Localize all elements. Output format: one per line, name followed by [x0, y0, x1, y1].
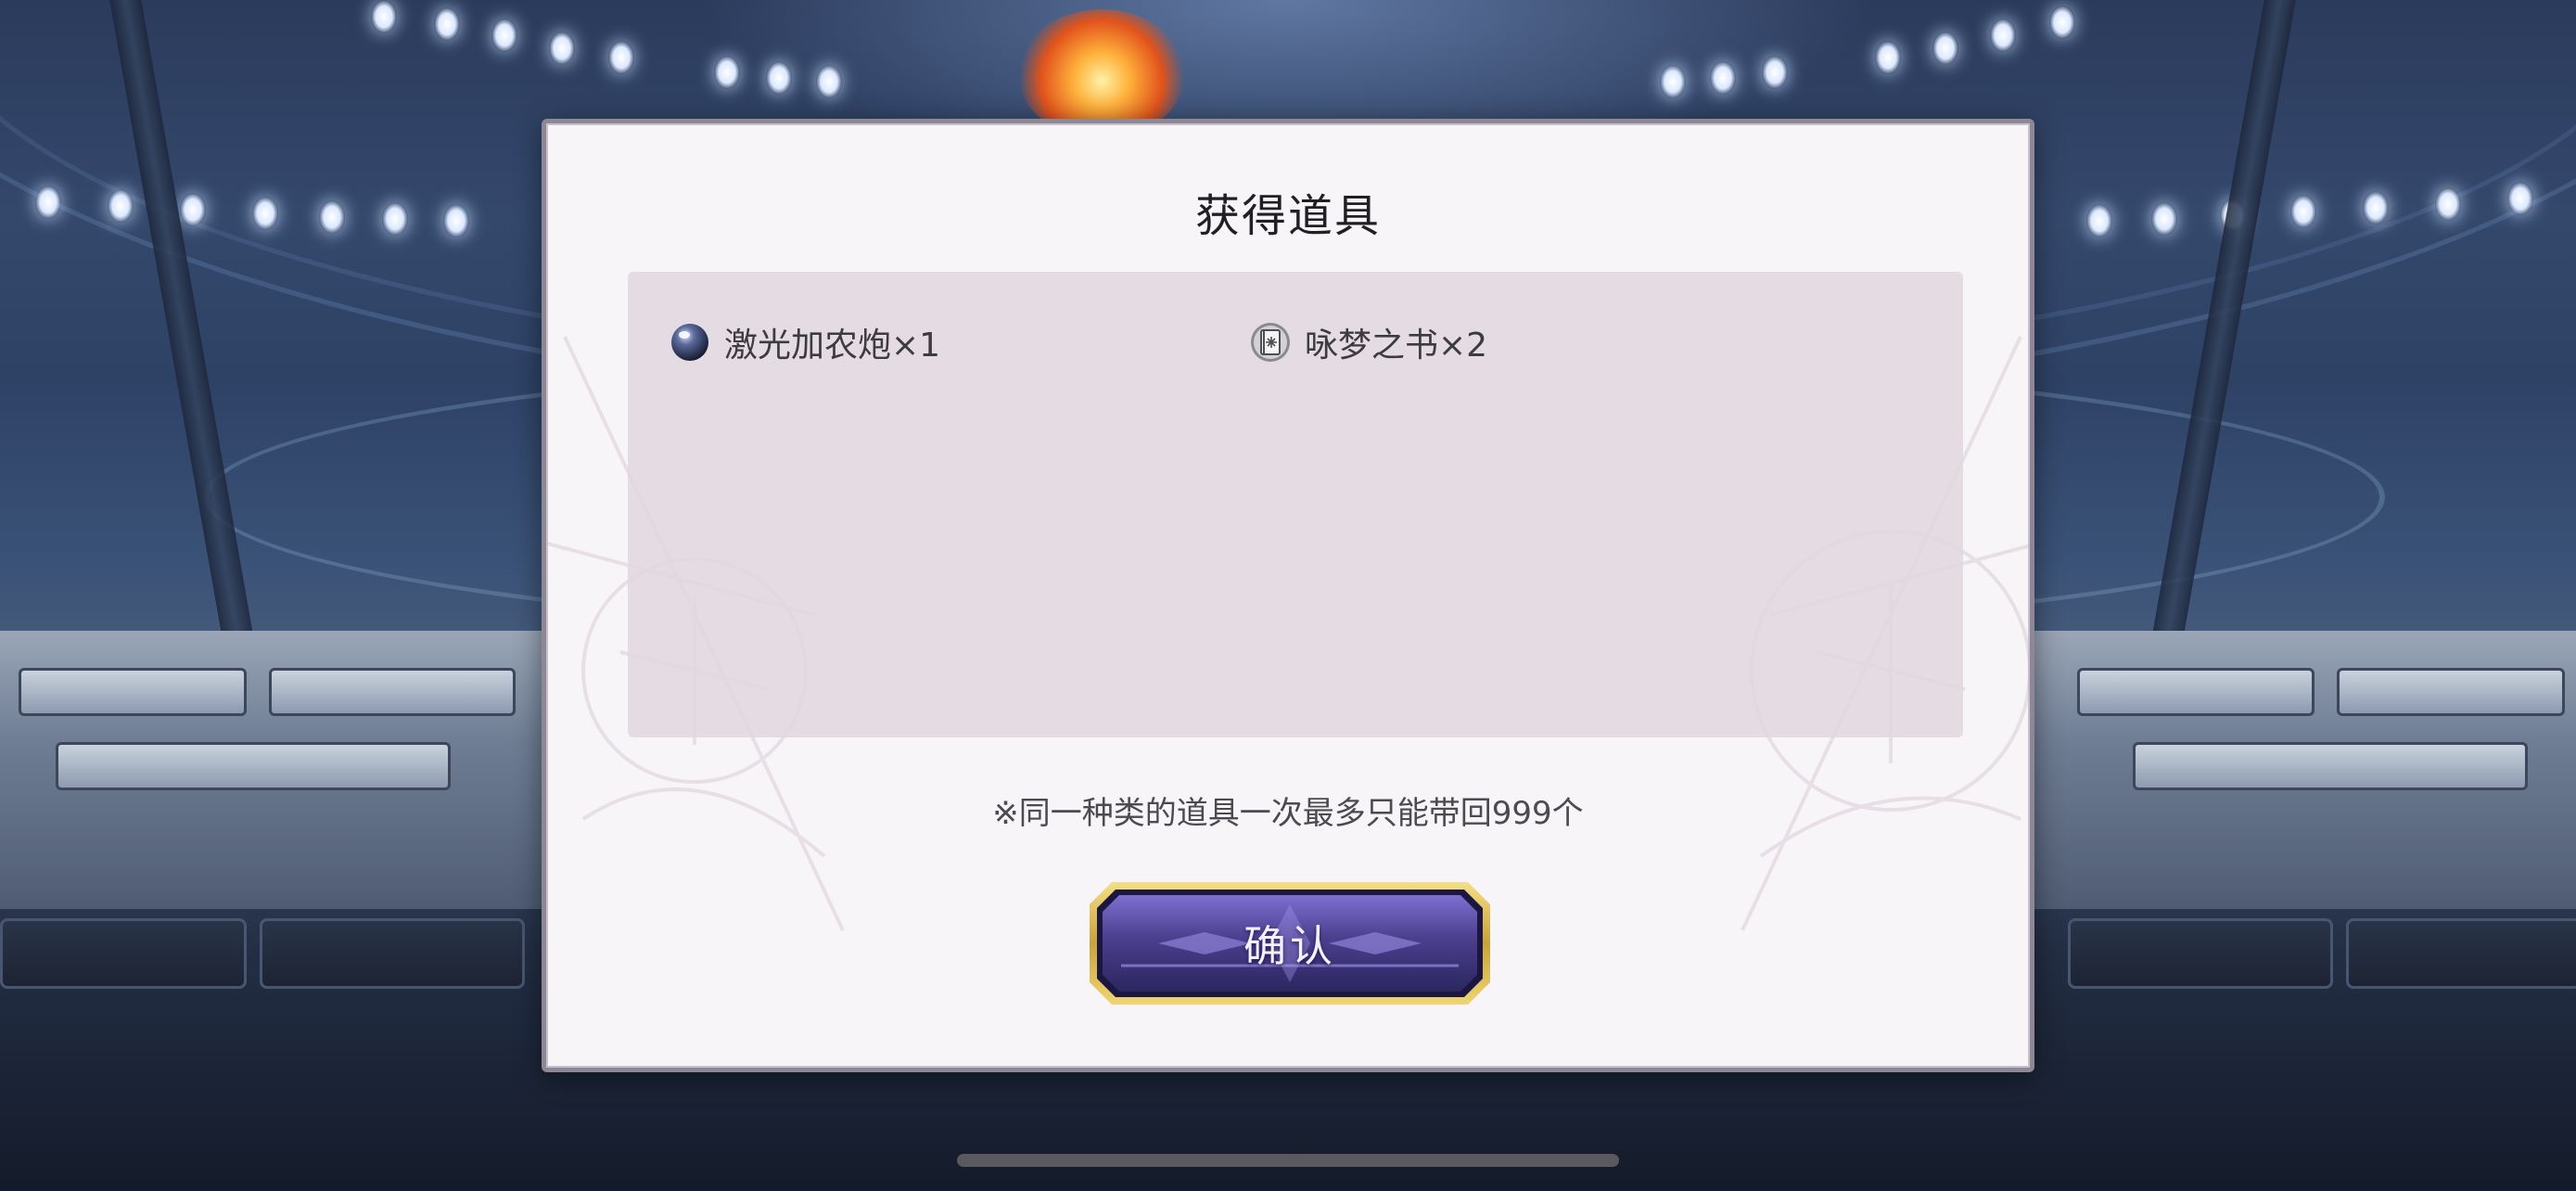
ceiling-lamp	[1932, 32, 1958, 65]
ceiling-lamp	[491, 19, 517, 52]
ceiling-lamp	[549, 32, 575, 65]
floor-tile	[2133, 742, 2528, 790]
floor-tile	[56, 742, 451, 790]
confirm-button[interactable]: 确认	[1084, 877, 1496, 1010]
item-name: 激光加农炮×1	[724, 327, 941, 365]
wall-lamp	[2435, 187, 2461, 221]
book-icon	[1251, 323, 1290, 362]
ceiling-lamp	[371, 0, 397, 33]
ceiling-lamp	[1762, 56, 1788, 89]
orb-icon	[671, 324, 708, 361]
ceiling-lamp	[1875, 41, 1901, 74]
wall-lamp	[2290, 195, 2316, 228]
wall-lamp	[319, 200, 345, 234]
reward-item: 激光加农炮×1	[669, 316, 940, 368]
ceiling-lamp	[816, 65, 842, 98]
floor-tile	[19, 668, 247, 716]
wall-lamp	[252, 197, 278, 230]
ceiling-lamp	[1990, 19, 2016, 52]
floor-panel	[2346, 918, 2576, 989]
wall-lamp	[180, 193, 206, 226]
items-panel: 激光加农炮×1 咏梦之书×2	[628, 272, 1963, 737]
wall-lamp	[2507, 182, 2533, 215]
floor-tile	[2077, 668, 2315, 716]
ceiling-lamp	[1710, 61, 1736, 95]
ceiling-lamp	[2049, 6, 2075, 39]
item-name: 咏梦之书×2	[1305, 327, 1488, 365]
wall-lamp	[2086, 204, 2112, 237]
reward-item: 咏梦之书×2	[1249, 316, 1487, 368]
home-indicator[interactable]	[957, 1154, 1619, 1167]
wall-lamp	[108, 189, 134, 223]
floor-panel	[260, 918, 525, 989]
limit-note: ※同一种类的道具一次最多只能带回999个	[992, 795, 1584, 832]
wall-lamp	[2151, 202, 2177, 236]
wall-lamp	[2363, 191, 2389, 224]
ceiling-lamp	[434, 7, 460, 41]
ceiling-lamp	[766, 61, 792, 95]
ceiling-lamp	[714, 56, 740, 89]
ceiling-lamp	[1660, 65, 1686, 98]
floor-tile	[269, 668, 516, 716]
floor-panel	[2068, 918, 2333, 989]
floor-tile	[2337, 668, 2565, 716]
wall-lamp	[382, 202, 408, 236]
wall-lamp	[35, 186, 61, 219]
ceiling-lamp	[608, 41, 634, 74]
confirm-button-label: 确认	[1243, 921, 1336, 971]
dialog-title: 获得道具	[1194, 190, 1381, 242]
wall-lamp	[443, 204, 469, 237]
floor-panel	[0, 918, 247, 989]
reward-dialog: 获得道具 激光加农炮×1 咏梦之书×2 ※同一种类的道具一次最多只能带回999个…	[542, 119, 2034, 1072]
